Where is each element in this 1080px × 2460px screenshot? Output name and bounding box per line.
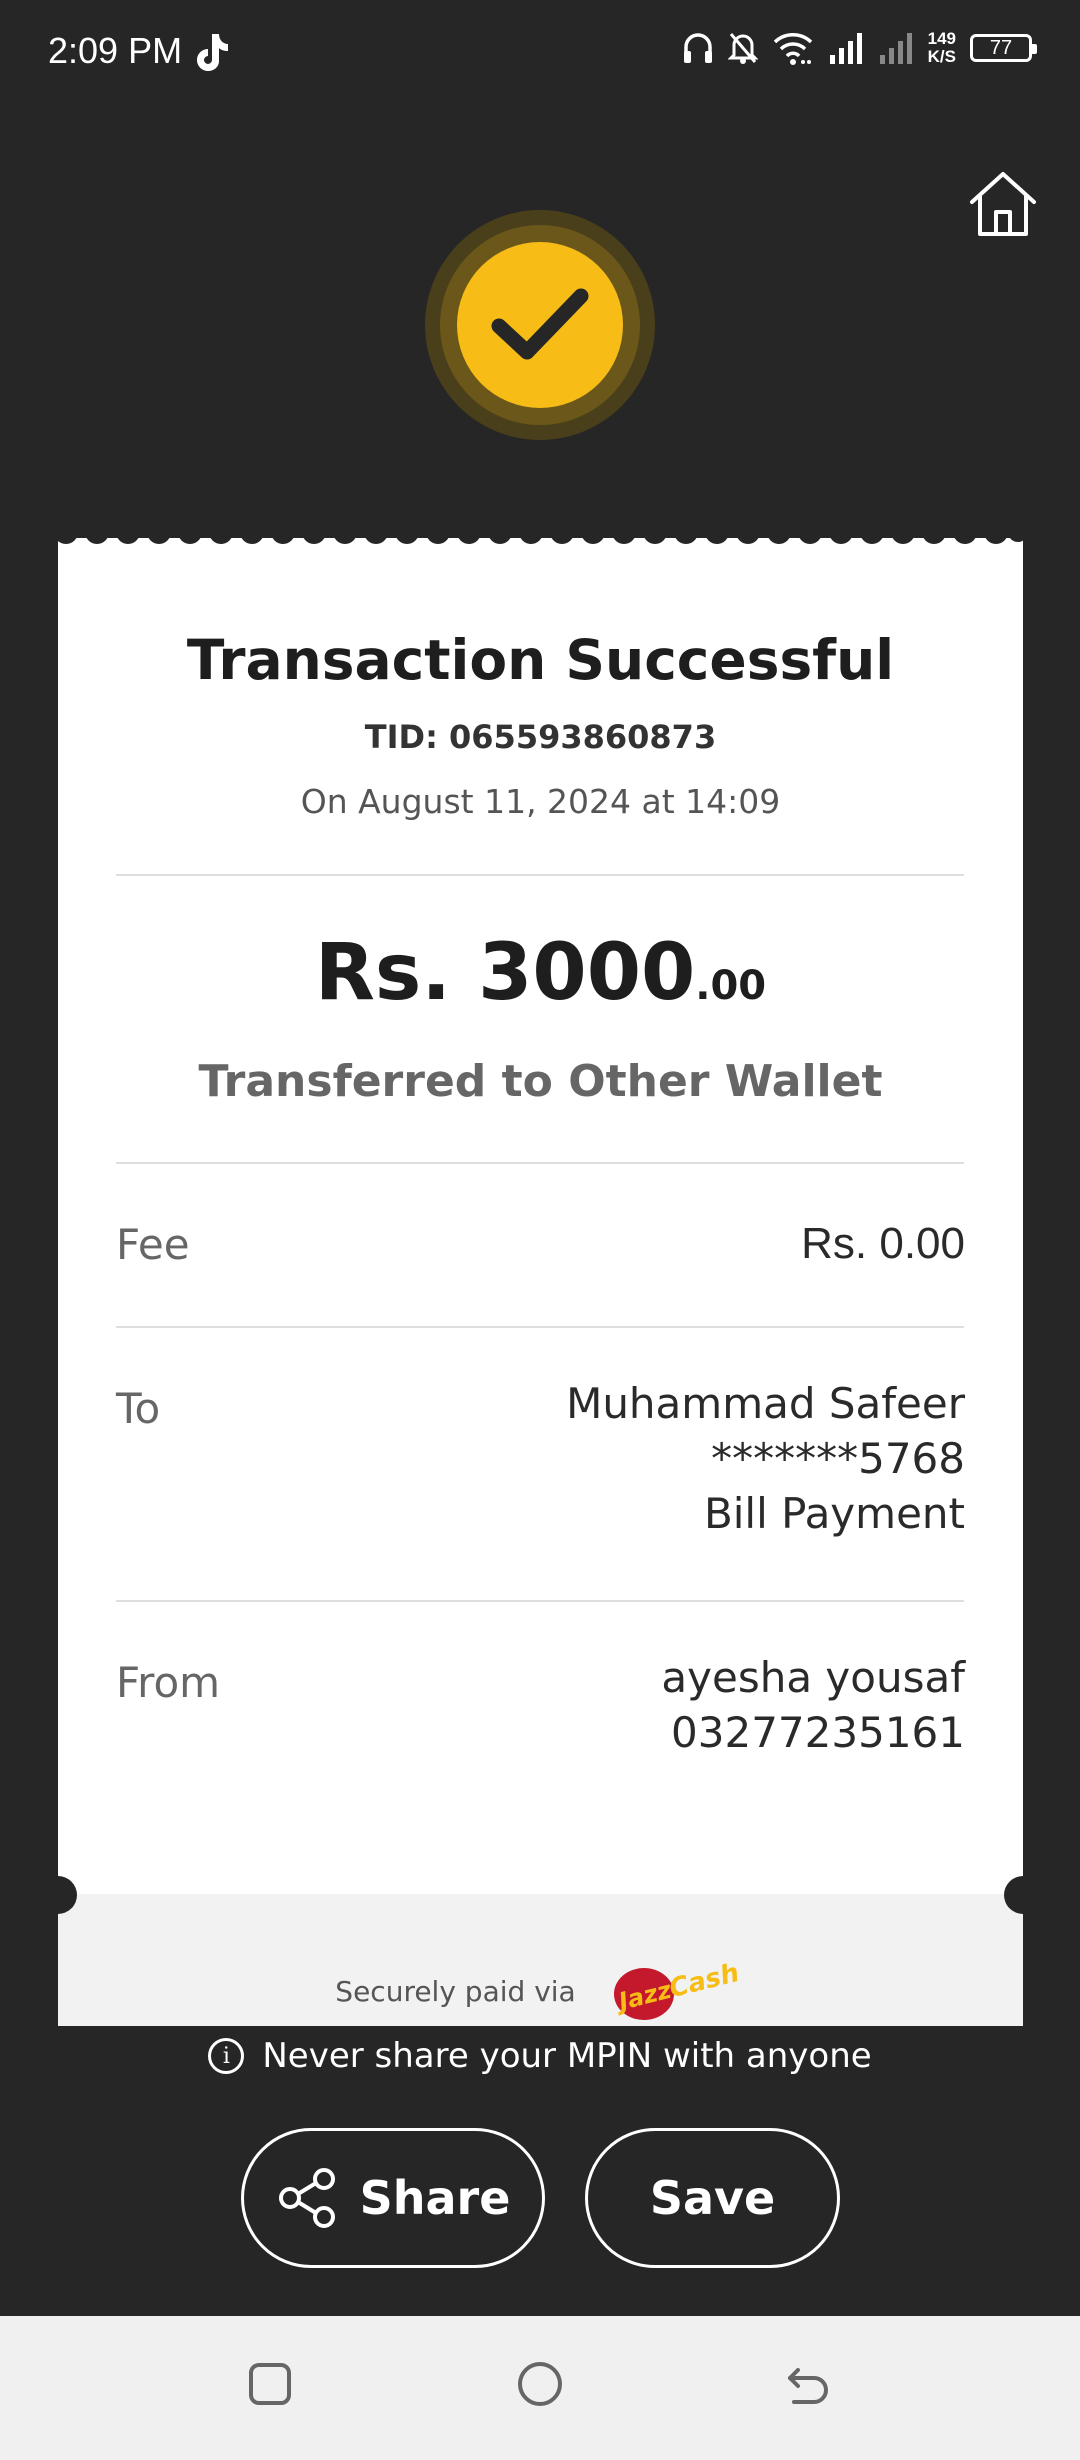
- signal-icon: [829, 33, 862, 64]
- receipt-title: Transaction Successful: [186, 628, 895, 692]
- transaction-description: Transferred to Other Wallet: [198, 1056, 883, 1107]
- fee-value: Rs. 0.00: [801, 1219, 965, 1268]
- home-nav-icon[interactable]: [516, 2360, 564, 2408]
- bell-off-icon: [727, 33, 758, 64]
- svg-text:Cash: Cash: [666, 1958, 742, 2004]
- wifi-icon: [773, 33, 812, 65]
- share-button[interactable]: Share: [241, 2128, 545, 2268]
- amount-decimal: .00: [695, 963, 767, 1009]
- system-nav-bar: [0, 2316, 1080, 2460]
- receipt-scallop-edge: [58, 526, 1023, 544]
- secure-text: Securely paid via: [335, 1974, 576, 2008]
- success-check-icon: [457, 242, 623, 408]
- divider: [116, 1600, 964, 1602]
- warning-text: Never share your MPIN with anyone: [262, 2036, 872, 2076]
- headphones-icon: [683, 33, 712, 63]
- share-icon: [278, 2168, 335, 2228]
- jazzcash-logo: Jazz Cash: [612, 1958, 742, 2020]
- info-icon: i: [208, 2038, 245, 2074]
- transaction-id: TID: 065593860873: [364, 718, 717, 756]
- mpin-warning: i Never share your MPIN with anyone: [0, 2036, 1080, 2076]
- to-label: To: [116, 1384, 161, 1433]
- sender-name: ayesha yousaf: [661, 1653, 965, 1702]
- share-label: Share: [359, 2171, 511, 2225]
- divider: [116, 1162, 964, 1164]
- amount-main: Rs. 3000: [314, 928, 696, 1018]
- recipient-type: Bill Payment: [703, 1489, 965, 1538]
- home-icon[interactable]: [966, 166, 1040, 240]
- recipient-account: *******5768: [711, 1434, 965, 1483]
- transaction-date: On August 11, 2024 at 14:09: [300, 782, 781, 821]
- speed-unit: K/S: [927, 47, 956, 66]
- recipient-name: Muhammad Safeer: [566, 1379, 965, 1428]
- transaction-amount: Rs. 3000.00: [58, 928, 1023, 1018]
- back-icon[interactable]: [784, 2360, 832, 2408]
- secure-payment: Securely paid via Jazz Cash: [58, 1956, 1023, 2026]
- battery-level: 77: [989, 36, 1013, 59]
- status-time: 2:09 PM: [48, 30, 183, 71]
- receipt-card: Transaction Successful TID: 065593860873…: [39, 526, 1042, 2026]
- status-bar: 2:09 PM 149 K/S 77: [0, 0, 1080, 110]
- sender-details: ayesha yousaf 03277235161: [661, 1650, 965, 1760]
- divider: [116, 874, 964, 876]
- save-label: Save: [649, 2171, 776, 2225]
- receipt-notch-left: [39, 1876, 77, 1914]
- receipt-notch-right: [1004, 1876, 1042, 1914]
- sender-account: 03277235161: [671, 1708, 965, 1757]
- network-speed: 149 K/S: [928, 30, 956, 66]
- battery-icon: 77: [970, 34, 1037, 62]
- status-icons: 149 K/S 77: [682, 30, 1037, 66]
- recipient-details: Muhammad Safeer *******5768 Bill Payment: [566, 1376, 965, 1541]
- fee-label: Fee: [116, 1220, 190, 1269]
- signal-icon-2: [879, 33, 912, 64]
- divider: [116, 1326, 964, 1328]
- tiktok-icon: [197, 34, 228, 71]
- from-label: From: [116, 1658, 221, 1707]
- speed-value: 149: [927, 29, 956, 48]
- recents-icon[interactable]: [246, 2360, 294, 2408]
- save-button[interactable]: Save: [585, 2128, 840, 2268]
